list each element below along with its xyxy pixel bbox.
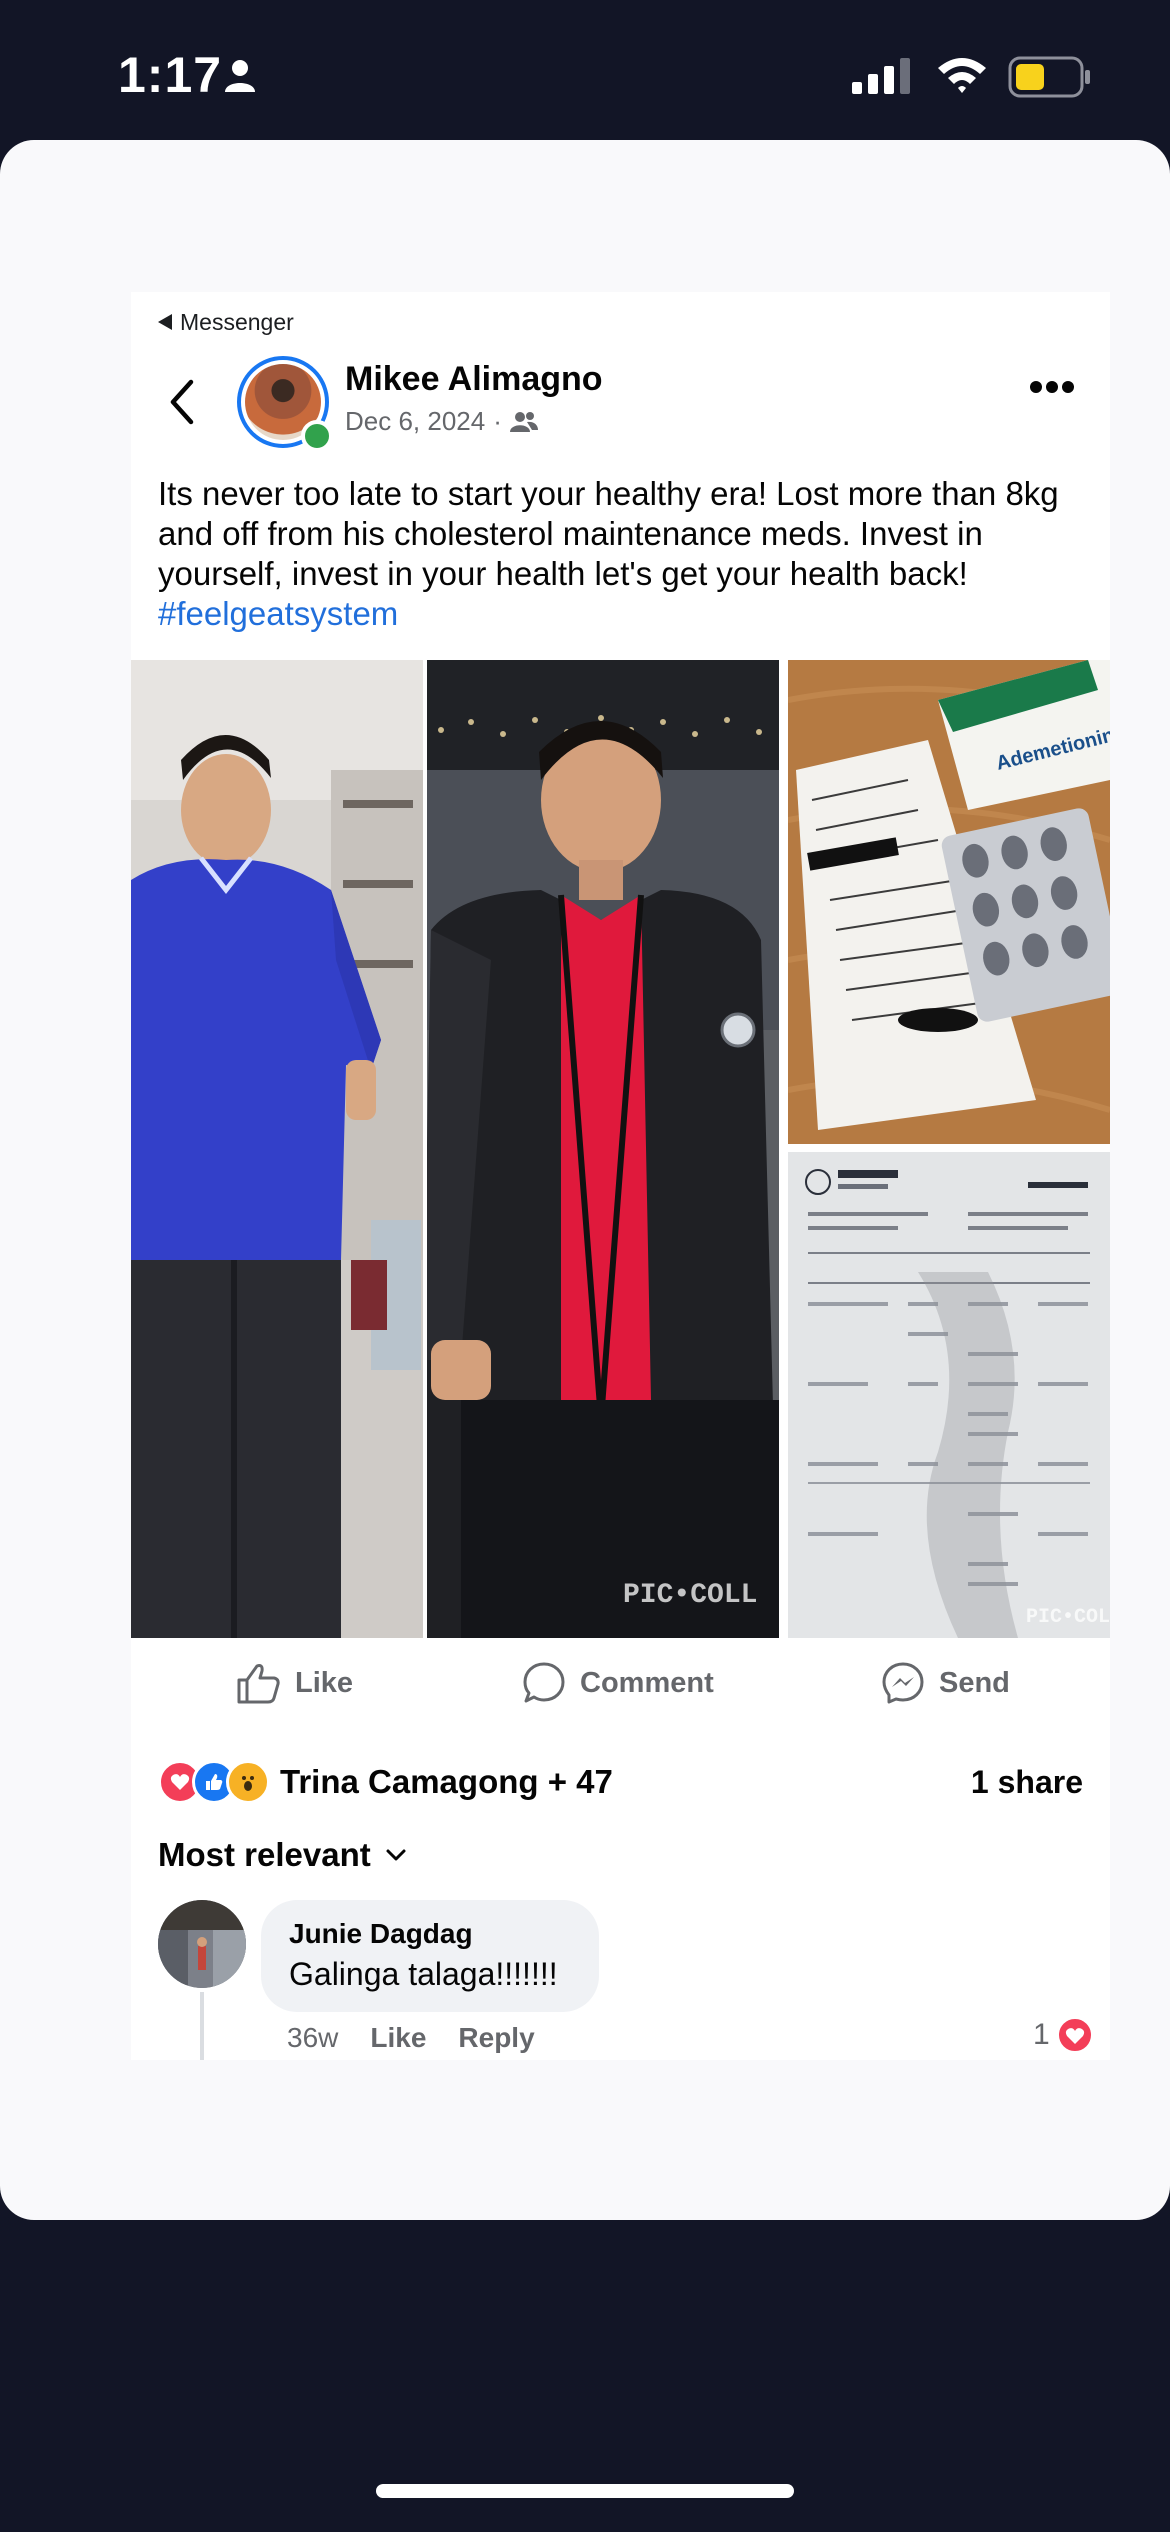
comment-like-button[interactable]: Like: [370, 2022, 426, 2054]
person-icon: [225, 60, 255, 92]
commenter-avatar-image: [158, 1900, 246, 1988]
watermark-side: PIC•COL: [1026, 1606, 1110, 1629]
send-label: Send: [939, 1666, 1010, 1699]
post-photo-lab-result[interactable]: PIC•COL: [788, 1152, 1110, 1638]
post-body: Its never too late to start your healthy…: [158, 474, 1088, 634]
post-text: Its never too late to start your healthy…: [158, 475, 1059, 592]
post-actions: Like Comment Send: [131, 1638, 1110, 1728]
comment-label: Comment: [580, 1666, 714, 1699]
comment-text: Galinga talaga!!!!!!!: [289, 1956, 558, 1992]
share-count[interactable]: 1 share: [971, 1764, 1083, 1801]
reaction-icons: [158, 1760, 270, 1804]
lab-result-image: [788, 1152, 1110, 1638]
chevron-down-icon: [386, 1849, 406, 1861]
battery-icon: [1008, 56, 1090, 98]
watermark-main: PIC•COLL: [623, 1580, 758, 1611]
status-bar: 1:17: [0, 0, 1170, 140]
reactions-summary[interactable]: Trina Camagong + 47: [158, 1760, 613, 1804]
wow-reaction-icon: [226, 1760, 270, 1804]
messenger-send-icon: [882, 1662, 924, 1704]
meta-separator: ·: [493, 406, 502, 436]
reactors-text: Trina Camagong + 47: [280, 1763, 613, 1800]
sort-label: Most relevant: [158, 1836, 371, 1873]
comment-icon: [523, 1662, 565, 1703]
comment-button[interactable]: Comment: [522, 1658, 714, 1708]
comment-reaction-count[interactable]: 1: [1033, 2016, 1094, 2054]
more-options-icon[interactable]: [1029, 380, 1075, 394]
post-photo-before-after[interactable]: PIC•COLL: [131, 660, 779, 1638]
clock: 1:17: [118, 47, 223, 103]
love-reaction-icon: [1056, 2017, 1093, 2053]
before-after-image: [131, 660, 779, 1638]
home-indicator[interactable]: [376, 2484, 794, 2498]
post-date[interactable]: Dec 6, 2024: [345, 406, 485, 437]
send-button[interactable]: Send: [881, 1658, 1010, 1708]
signal-icon: [852, 58, 910, 94]
back-to-messenger[interactable]: Messenger: [158, 292, 294, 352]
post-meta: Dec 6, 2024 ·: [345, 406, 538, 437]
comment-sort-dropdown[interactable]: Most relevant: [158, 1836, 407, 1874]
hashtag-link[interactable]: #feelgeatsystem: [158, 594, 1088, 634]
like-icon: [237, 1664, 280, 1704]
back-to-messenger-label: Messenger: [180, 308, 294, 335]
comment-age: 36w: [287, 2022, 339, 2053]
like-label: Like: [295, 1666, 354, 1699]
back-triangle-icon: [158, 314, 172, 330]
online-status-dot: [301, 420, 333, 452]
wifi-icon: [938, 58, 986, 93]
post-photo-prescription[interactable]: Ademetionine Transmetil: [788, 660, 1110, 1144]
like-button[interactable]: Like: [237, 1658, 353, 1708]
commenter-avatar[interactable]: [158, 1900, 246, 1988]
comment-reaction-number: 1: [1033, 2018, 1050, 2051]
comment-reply-button[interactable]: Reply: [458, 2022, 534, 2054]
comment-actions: 36w Like Reply: [287, 2022, 535, 2054]
thread-line: [200, 1992, 204, 2060]
post-sheet: Messenger Mikee Alimagno Dec 6, 2024 · I…: [0, 140, 1170, 2220]
comment-author[interactable]: Junie Dagdag: [289, 1918, 473, 1950]
friends-audience-icon: [509, 411, 538, 432]
author-name[interactable]: Mikee Alimagno: [345, 360, 603, 399]
post-card: Messenger Mikee Alimagno Dec 6, 2024 · I…: [131, 292, 1110, 2060]
prescription-image: Ademetionine Transmetil: [788, 660, 1110, 1144]
back-chevron-icon[interactable]: [167, 378, 195, 426]
comment-bubble[interactable]: Junie Dagdag Galinga talaga!!!!!!!: [261, 1900, 599, 2012]
